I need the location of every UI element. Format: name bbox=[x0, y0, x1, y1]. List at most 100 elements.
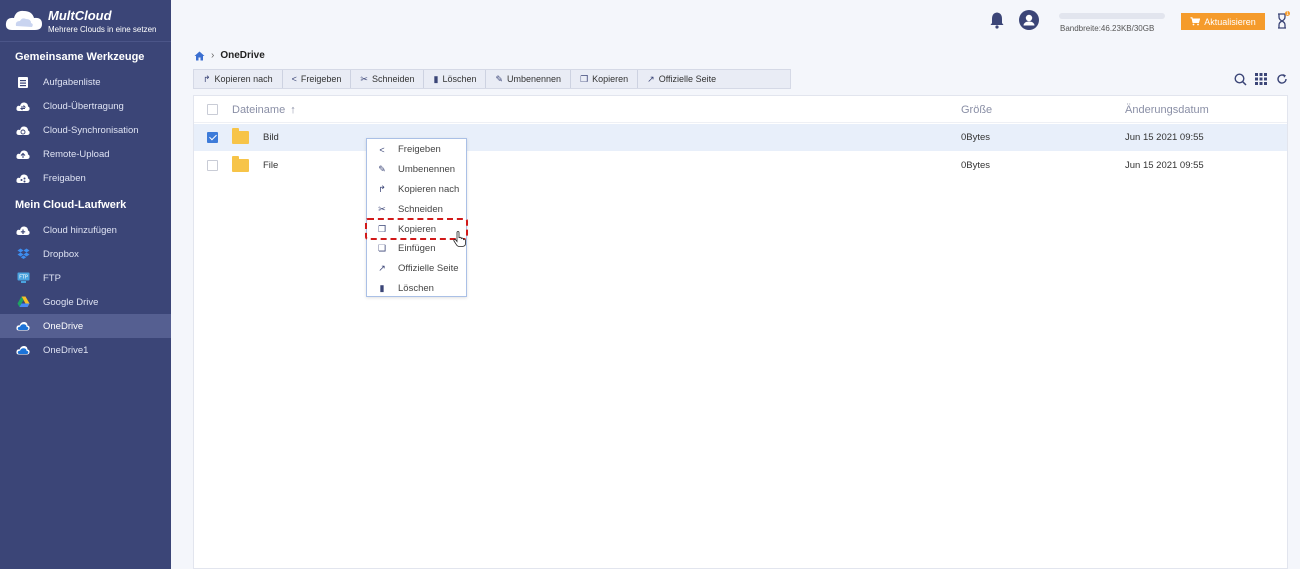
sidebar-item-label: Dropbox bbox=[43, 248, 79, 260]
menu-item-label: Offizielle Seite bbox=[398, 263, 459, 275]
menu-item-label: Löschen bbox=[398, 282, 434, 294]
pencil-icon: ✎ bbox=[378, 164, 386, 175]
sidebar: MultCloud Mehrere Clouds in eine setzen … bbox=[0, 0, 171, 569]
sidebar-item-dropbox[interactable]: Dropbox bbox=[0, 242, 171, 266]
menu-item-official-page[interactable]: ↗ Offizielle Seite bbox=[367, 259, 466, 279]
onedrive-icon bbox=[16, 319, 30, 333]
sidebar-item-shares[interactable]: Freigaben bbox=[0, 166, 171, 190]
menu-item-label: Einfügen bbox=[398, 243, 436, 255]
file-date: Jun 15 2021 09:55 bbox=[1125, 160, 1204, 171]
bandwidth-text: Bandbreite:46.23KB/30GB bbox=[1060, 24, 1155, 33]
sidebar-item-label: Cloud hinzufügen bbox=[43, 224, 117, 236]
context-menu: < Freigeben ✎ Umbenennen ↱ Kopieren nach ✂ S… bbox=[366, 138, 467, 297]
delete-label: Löschen bbox=[442, 74, 477, 84]
row-checkbox[interactable] bbox=[207, 132, 218, 143]
sidebar-item-label: OneDrive bbox=[43, 320, 84, 332]
share-icon: < bbox=[291, 74, 297, 84]
menu-item-label: Freigeben bbox=[398, 144, 441, 156]
file-size: 0Bytes bbox=[961, 132, 991, 143]
bell-icon[interactable] bbox=[988, 11, 1006, 29]
file-name: File bbox=[263, 160, 279, 171]
file-list: Dateiname ↑ Größe Änderungsdatum Bild 0B… bbox=[193, 95, 1288, 569]
official-page-button[interactable]: ↗ Offizielle Seite bbox=[638, 70, 725, 88]
dropbox-icon bbox=[16, 247, 30, 261]
copy-to-button[interactable]: ↱ Kopieren nach bbox=[194, 70, 283, 88]
home-icon[interactable] bbox=[194, 51, 205, 61]
sidebar-item-ftp[interactable]: FTP FTP bbox=[0, 266, 171, 290]
sidebar-item-onedrive[interactable]: OneDrive bbox=[0, 314, 171, 338]
table-row[interactable]: Bild 0Bytes Jun 15 2021 09:55 bbox=[194, 124, 1287, 151]
sidebar-item-label: OneDrive1 bbox=[43, 344, 89, 356]
breadcrumb: › OneDrive bbox=[194, 50, 265, 61]
size-column-header[interactable]: Größe bbox=[961, 104, 992, 116]
section-title-drives: Mein Cloud-Laufwerk bbox=[15, 199, 127, 211]
cloud-transfer-icon bbox=[16, 99, 30, 113]
cut-button[interactable]: ✂ Schneiden bbox=[351, 70, 425, 88]
bandwidth-bar bbox=[1059, 13, 1165, 19]
menu-item-label: Kopieren nach bbox=[398, 183, 460, 195]
search-icon[interactable] bbox=[1234, 73, 1247, 86]
top-bar: Bandbreite:46.23KB/30GB Aktualisieren 1 bbox=[171, 0, 1300, 42]
sidebar-item-label: Aufgabenliste bbox=[43, 76, 101, 88]
hand-cursor-icon bbox=[453, 231, 466, 247]
forward-arrow-icon: ↱ bbox=[378, 183, 386, 194]
breadcrumb-current[interactable]: OneDrive bbox=[220, 50, 264, 61]
copy-button[interactable]: ❐ Kopieren bbox=[571, 70, 639, 88]
user-avatar[interactable] bbox=[1019, 10, 1039, 30]
toolbar: ↱ Kopieren nach < Freigeben ✂ Schneiden ▮ Lö… bbox=[193, 69, 791, 89]
rename-label: Umbenennen bbox=[507, 74, 562, 84]
hourglass-icon[interactable]: 1 bbox=[1276, 11, 1290, 31]
menu-item-label: Umbenennen bbox=[398, 164, 456, 176]
remote-upload-icon bbox=[16, 147, 30, 161]
sidebar-item-cloud-transfer[interactable]: Cloud-Übertragung bbox=[0, 94, 171, 118]
trash-icon: ▮ bbox=[433, 73, 439, 84]
sidebar-item-cloud-sync[interactable]: Cloud-Synchronisation bbox=[0, 118, 171, 142]
copy-icon: ❐ bbox=[377, 223, 387, 234]
refresh-icon[interactable] bbox=[1276, 73, 1289, 86]
sidebar-item-remote-upload[interactable]: Remote-Upload bbox=[0, 142, 171, 166]
sort-arrow-icon: ↑ bbox=[290, 103, 296, 116]
date-column-header[interactable]: Änderungsdatum bbox=[1125, 104, 1209, 116]
file-name-cell[interactable]: Bild bbox=[232, 128, 279, 144]
sidebar-item-task-list[interactable]: Aufgabenliste bbox=[0, 70, 171, 94]
cloud-sync-icon bbox=[16, 123, 30, 137]
paste-icon: ❏ bbox=[377, 243, 387, 254]
cart-icon bbox=[1190, 17, 1201, 26]
share-button[interactable]: < Freigeben bbox=[283, 70, 352, 88]
logo[interactable]: MultCloud Mehrere Clouds in eine setzen bbox=[0, 0, 171, 42]
svg-text:FTP: FTP bbox=[19, 275, 28, 281]
ftp-icon: FTP bbox=[16, 271, 30, 285]
menu-item-delete[interactable]: ▮ Löschen bbox=[367, 279, 466, 299]
menu-item-cut[interactable]: ✂ Schneiden bbox=[367, 199, 466, 219]
sidebar-item-label: Remote-Upload bbox=[43, 148, 110, 160]
file-name-cell[interactable]: File bbox=[232, 156, 279, 172]
table-row[interactable]: File 0Bytes Jun 15 2021 09:55 bbox=[194, 152, 1287, 179]
arrow-up-right-icon: ↗ bbox=[378, 263, 386, 274]
sidebar-item-google-drive[interactable]: Google Drive bbox=[0, 290, 171, 314]
select-all-checkbox[interactable] bbox=[207, 104, 218, 115]
add-cloud-icon bbox=[16, 223, 30, 237]
forward-arrow-icon: ↱ bbox=[203, 73, 211, 84]
onedrive-icon bbox=[16, 343, 30, 357]
menu-item-share[interactable]: < Freigeben bbox=[367, 140, 466, 160]
rename-button[interactable]: ✎ Umbenennen bbox=[486, 70, 572, 88]
grid-view-icon[interactable] bbox=[1255, 73, 1268, 86]
menu-item-copy-to[interactable]: ↱ Kopieren nach bbox=[367, 180, 466, 200]
sidebar-item-label: Google Drive bbox=[43, 296, 99, 308]
name-header-label: Dateiname bbox=[232, 103, 286, 116]
sidebar-item-onedrive1[interactable]: OneDrive1 bbox=[0, 338, 171, 362]
chevron-right-icon: › bbox=[211, 50, 215, 61]
sidebar-item-add-cloud[interactable]: Cloud hinzufügen bbox=[0, 218, 171, 242]
notification-badge: 1 bbox=[1286, 11, 1289, 17]
file-date: Jun 15 2021 09:55 bbox=[1125, 132, 1204, 143]
upgrade-button[interactable]: Aktualisieren bbox=[1181, 13, 1265, 30]
user-icon bbox=[1023, 14, 1035, 26]
official-page-label: Offizielle Seite bbox=[658, 74, 717, 84]
menu-item-paste[interactable]: ❏ Einfügen bbox=[367, 239, 466, 259]
row-checkbox[interactable] bbox=[207, 160, 218, 171]
google-drive-icon bbox=[16, 295, 30, 309]
menu-item-copy[interactable]: ❐ Kopieren bbox=[367, 219, 466, 239]
delete-button[interactable]: ▮ Löschen bbox=[424, 70, 487, 88]
name-column-header[interactable]: Dateiname ↑ bbox=[232, 104, 296, 116]
menu-item-rename[interactable]: ✎ Umbenennen bbox=[367, 160, 466, 180]
